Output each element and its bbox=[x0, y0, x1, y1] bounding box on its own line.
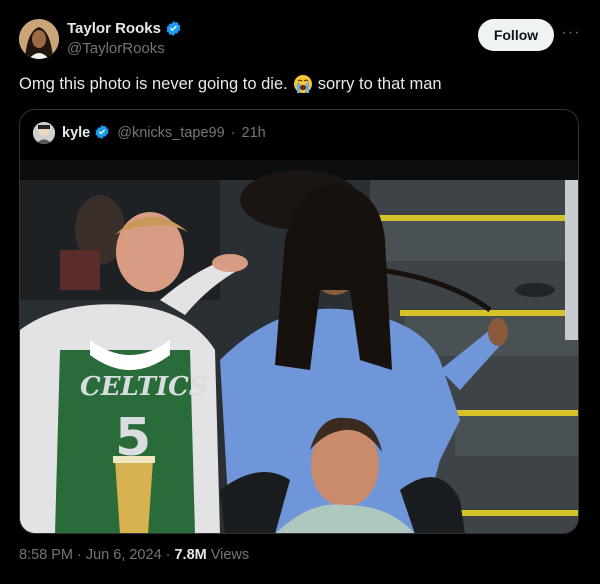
author-display-name[interactable]: Taylor Rooks bbox=[67, 20, 161, 37]
quote-meta-separator: · bbox=[230, 124, 236, 141]
loudly-crying-face-icon bbox=[293, 74, 313, 94]
post-time[interactable]: 8:58 PM bbox=[19, 547, 73, 563]
verified-badge-icon bbox=[94, 124, 111, 141]
tweet-text-part2: sorry to that man bbox=[317, 74, 442, 93]
quote-author-avatar[interactable] bbox=[33, 122, 55, 144]
more-options-icon[interactable]: ··· bbox=[561, 23, 581, 43]
author-avatar[interactable] bbox=[19, 19, 59, 59]
quote-author-name[interactable]: kyle bbox=[62, 125, 90, 141]
timestamp-separator: · bbox=[165, 547, 171, 563]
tweet-text-part1: Omg this photo is never going to die. bbox=[19, 74, 288, 93]
jersey-text: CELTICS bbox=[80, 372, 208, 402]
quote-photo[interactable]: CELTICS 5 bbox=[20, 160, 578, 533]
quote-author-row[interactable]: kyle @knicks_tape99 · 21h bbox=[62, 124, 266, 141]
verified-badge-icon bbox=[165, 20, 182, 37]
post-date[interactable]: Jun 6, 2024 bbox=[86, 547, 162, 563]
views-label: Views bbox=[210, 547, 250, 563]
timestamp-separator: · bbox=[77, 547, 82, 563]
quote-age[interactable]: 21h bbox=[242, 125, 266, 141]
tweet-text: Omg this photo is never going to die. so… bbox=[19, 74, 442, 94]
post-timestamp: 8:58 PM · Jun 6, 2024 · 7.8M Views bbox=[19, 547, 249, 563]
quoted-tweet[interactable]: kyle @knicks_tape99 · 21h CELTICS 5 bbox=[19, 109, 579, 534]
follow-button[interactable]: Follow bbox=[478, 19, 554, 51]
views-count: 7.8M bbox=[174, 547, 207, 563]
author-name-row[interactable]: Taylor Rooks bbox=[67, 20, 182, 37]
quote-author-handle[interactable]: @knicks_tape99 bbox=[117, 125, 224, 141]
tweet-post: Taylor Rooks @TaylorRooks Follow ··· Omg… bbox=[0, 0, 600, 584]
author-handle[interactable]: @TaylorRooks bbox=[67, 40, 165, 57]
